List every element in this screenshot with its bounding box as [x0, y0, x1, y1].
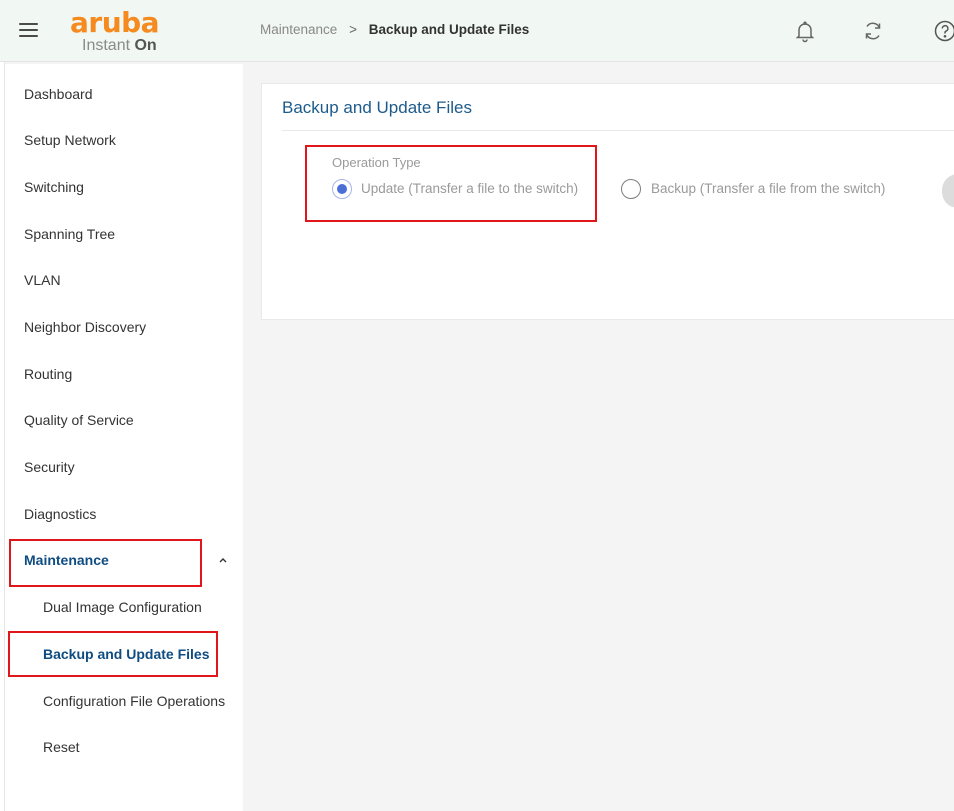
- action-button[interactable]: [942, 174, 954, 208]
- sidebar-item-reset[interactable]: Reset: [5, 727, 243, 767]
- backup-radio-label[interactable]: Backup (Transfer a file from the switch): [651, 181, 885, 196]
- sidebar-item-neighbor-discovery[interactable]: Neighbor Discovery: [5, 307, 243, 347]
- sidebar-item-dual-image-configuration[interactable]: Dual Image Configuration: [5, 587, 243, 627]
- operation-type-label: Operation Type: [332, 155, 421, 170]
- help-icon[interactable]: [933, 19, 954, 43]
- top-header: aruba Instant On Maintenance > Backup an…: [0, 0, 954, 62]
- sidebar-item-spanning-tree[interactable]: Spanning Tree: [5, 214, 243, 254]
- breadcrumb: Maintenance > Backup and Update Files: [260, 22, 529, 37]
- sidebar-item-switching[interactable]: Switching: [5, 167, 243, 207]
- card-divider: [282, 130, 954, 131]
- update-radio[interactable]: [332, 179, 352, 199]
- sidebar-item-routing[interactable]: Routing: [5, 354, 243, 394]
- breadcrumb-current: Backup and Update Files: [368, 22, 530, 37]
- card-title: Backup and Update Files: [282, 98, 472, 117]
- menu-icon[interactable]: [19, 22, 38, 38]
- breadcrumb-separator: >: [349, 22, 357, 37]
- sidebar-item-dashboard[interactable]: Dashboard: [5, 74, 243, 114]
- backup-update-card: Backup and Update Files Operation Type U…: [261, 83, 954, 320]
- sidebar-item-quality-of-service[interactable]: Quality of Service: [5, 400, 243, 440]
- sidebar-nav: Dashboard Setup Network Switching Spanni…: [5, 64, 243, 811]
- bell-icon[interactable]: [793, 19, 817, 43]
- sidebar-item-maintenance[interactable]: Maintenance: [5, 540, 243, 580]
- aruba-instant-on-logo: aruba Instant On: [70, 6, 180, 58]
- breadcrumb-parent[interactable]: Maintenance: [260, 22, 337, 37]
- sidebar-item-setup-network[interactable]: Setup Network: [5, 120, 243, 160]
- sidebar-item-diagnostics[interactable]: Diagnostics: [5, 494, 243, 534]
- backup-radio[interactable]: [621, 179, 641, 199]
- update-radio-label[interactable]: Update (Transfer a file to the switch): [361, 181, 578, 196]
- logo-subtitle: Instant On: [82, 37, 157, 54]
- sidebar-item-maintenance-label: Maintenance: [24, 552, 109, 568]
- sidebar-item-security[interactable]: Security: [5, 447, 243, 487]
- sidebar-item-configuration-file-operations[interactable]: Configuration File Operations: [5, 681, 243, 721]
- logo-wordmark: aruba: [70, 6, 160, 39]
- refresh-icon[interactable]: [861, 19, 885, 43]
- sidebar-item-backup-and-update-files[interactable]: Backup and Update Files: [5, 634, 243, 674]
- sidebar-item-vlan[interactable]: VLAN: [5, 260, 243, 300]
